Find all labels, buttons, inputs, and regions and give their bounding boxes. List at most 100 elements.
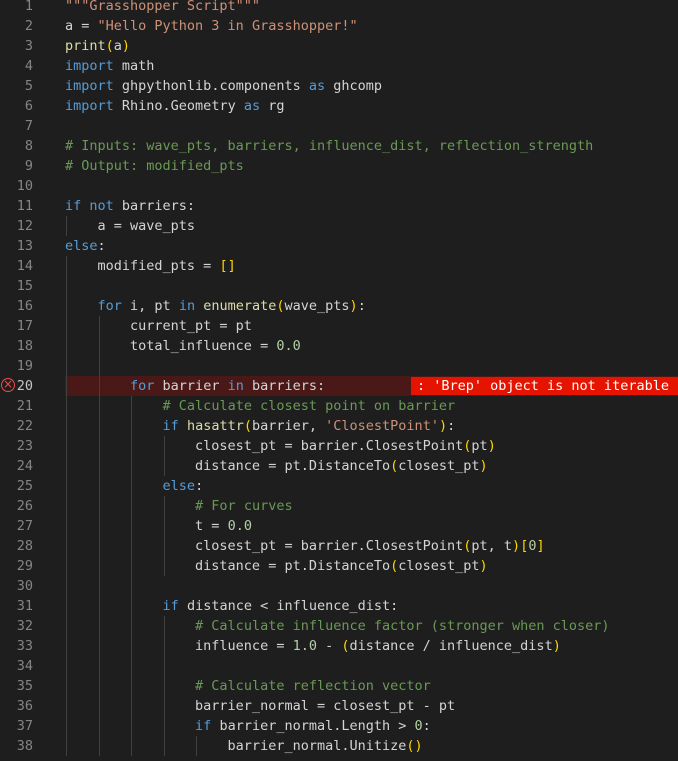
code-token: modified_pts = (65, 258, 220, 274)
line-number: 9 (24, 158, 33, 174)
code-line[interactable]: 22 if hasattr(barrier, 'ClosestPoint'): (0, 416, 678, 436)
error-icon[interactable]: × (1, 378, 15, 392)
code-line[interactable]: 8 # Inputs: wave_pts, barriers, influence… (0, 136, 678, 156)
code-line[interactable]: 34 (0, 656, 678, 676)
code-token: influence = (65, 638, 293, 654)
code-line[interactable]: 2 a = "Hello Python 3 in Grasshopper!" (0, 16, 678, 36)
code-line[interactable]: 16 for i, pt in enumerate(wave_pts): (0, 296, 678, 316)
code-token: [] (219, 258, 236, 274)
code-line[interactable]: 28 closest_pt = barrier.ClosestPoint(pt,… (0, 536, 678, 556)
code-text: for i, pt in enumerate(wave_pts): (65, 296, 366, 316)
code-line[interactable]: 11 if not barriers: (0, 196, 678, 216)
code-line[interactable]: 3 print(a) (0, 36, 678, 56)
code-token: barrier_normal.Length > (211, 718, 415, 734)
code-line[interactable]: 23 closest_pt = barrier.ClosestPoint(pt) (0, 436, 678, 456)
code-line[interactable]: 36 barrier_normal = closest_pt - pt (0, 696, 678, 716)
code-token: a = (65, 18, 98, 34)
code-line[interactable]: 6 import Rhino.Geometry as rg (0, 96, 678, 116)
code-text: if hasattr(barrier, 'ClosestPoint'): (65, 416, 456, 436)
code-line[interactable]: 37 if barrier_normal.Length > 0: (0, 716, 678, 736)
code-token: 0.0 (227, 518, 252, 534)
code-text: import ghpythonlib.components as ghcomp (65, 76, 382, 96)
code-token: 'ClosestPoint' (325, 418, 439, 434)
code-token: ) (552, 638, 561, 654)
code-line[interactable]: 14 modified_pts = [] (0, 256, 678, 276)
line-number: 3 (24, 38, 33, 54)
code-text: # Calculate closest point on barrier (65, 396, 456, 416)
code-line[interactable]: 25 else: (0, 476, 678, 496)
code-line[interactable]: 30 (0, 576, 678, 596)
code-line[interactable]: 35 # Calculate reflection vector (0, 676, 678, 696)
code-line[interactable]: 12 a = wave_pts (0, 216, 678, 236)
code-token: rg (260, 98, 285, 114)
code-token: ghpythonlib.components (113, 78, 309, 94)
code-token: : (97, 238, 106, 254)
code-line[interactable]: 20 × for barrier in barriers:: 'Brep' obj… (0, 376, 678, 396)
line-number: 33 (16, 638, 33, 654)
code-line[interactable]: 21 # Calculate closest point on barrier (0, 396, 678, 416)
code-token: import (65, 78, 114, 94)
code-text: total_influence = 0.0 (65, 336, 301, 356)
code-token: - (316, 638, 342, 654)
code-token: barrier (154, 378, 228, 394)
code-line[interactable]: 17 current_pt = pt (0, 316, 678, 336)
code-editor[interactable]: 1 """Grasshopper Script""" 2 a = "Hello Pyt… (0, 0, 678, 761)
code-token: wave_pts (284, 298, 350, 314)
code-line[interactable]: 5 import ghpythonlib.components as ghcomp (0, 76, 678, 96)
code-token: pt, t (471, 538, 513, 554)
code-token: i, pt (121, 298, 179, 314)
code-text: if not barriers: (65, 196, 195, 216)
code-text: modified_pts = [] (65, 256, 236, 276)
line-number: 30 (16, 578, 33, 594)
code-line[interactable]: 7 (0, 116, 678, 136)
code-text: """Grasshopper Script""" (65, 0, 260, 16)
line-number: 13 (16, 238, 33, 254)
code-text: current_pt = pt (65, 316, 252, 336)
code-line[interactable]: 10 (0, 176, 678, 196)
line-number: 21 (16, 398, 33, 414)
code-line[interactable]: 38 barrier_normal.Unitize() (0, 736, 678, 756)
code-line[interactable]: 4 import math (0, 56, 678, 76)
code-text: influence = 1.0 - (distance / influence_… (65, 636, 561, 656)
code-token: enumerate (203, 298, 277, 314)
code-text: # Calculate influence factor (stronger w… (65, 616, 610, 636)
code-line[interactable]: 29 distance = pt.DistanceTo(closest_pt) (0, 556, 678, 576)
line-number: 23 (16, 438, 33, 454)
code-line[interactable]: 15 (0, 276, 678, 296)
line-number: 34 (16, 658, 33, 674)
code-text: import Rhino.Geometry as rg (65, 96, 284, 116)
code-line[interactable]: 9 # Output: modified_pts (0, 156, 678, 176)
line-number: 27 (16, 518, 33, 534)
code-token: barrier, (252, 418, 326, 434)
line-number: 25 (16, 478, 33, 494)
line-number: 2 (24, 18, 33, 34)
code-token: : (422, 718, 431, 734)
code-line[interactable]: 13 else: (0, 236, 678, 256)
code-text: print(a) (65, 36, 130, 56)
code-line[interactable]: 31 if distance < influence_dist: (0, 596, 678, 616)
code-line[interactable]: 27 t = 0.0 (0, 516, 678, 536)
code-token: ) (121, 38, 131, 54)
code-line[interactable]: 18 total_influence = 0.0 (0, 336, 678, 356)
code-text: else: (65, 476, 204, 496)
code-line[interactable]: 32 # Calculate influence factor (stronge… (0, 616, 678, 636)
code-token: # Calculate influence factor (stronger w… (195, 618, 610, 634)
code-token: # Inputs: wave_pts, barriers, influence_… (65, 138, 594, 154)
code-line[interactable]: 26 # For curves (0, 496, 678, 516)
code-line[interactable]: 33 influence = 1.0 - (distance / influen… (0, 636, 678, 656)
code-token: t = (65, 518, 228, 534)
code-line[interactable]: 24 distance = pt.DistanceTo(closest_pt) (0, 456, 678, 476)
code-line[interactable]: 1 """Grasshopper Script""" (0, 0, 678, 16)
code-token: 0.0 (276, 338, 301, 354)
line-number: 16 (16, 298, 33, 314)
code-line[interactable]: 19 (0, 356, 678, 376)
code-text: # Calculate reflection vector (65, 676, 431, 696)
line-number: 7 (24, 118, 33, 134)
line-number: 18 (16, 338, 33, 354)
line-number: 22 (16, 418, 33, 434)
